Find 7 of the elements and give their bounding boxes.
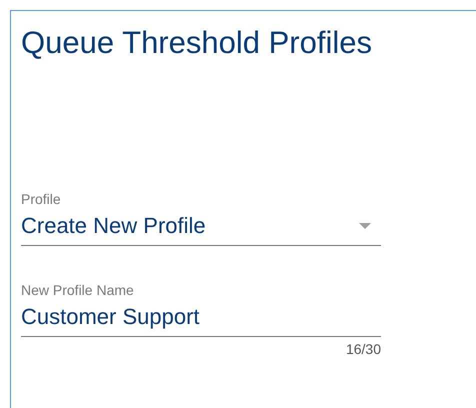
profile-dropdown[interactable]: Create New Profile [21,207,381,246]
page-title: Queue Threshold Profiles [21,24,372,62]
field-label: Profile [21,191,61,207]
field-label: New Profile Name [21,282,134,298]
caret-icon [359,222,371,230]
input-field[interactable]: Customer Support [21,298,381,337]
character-counter: 16/30 [346,341,381,357]
